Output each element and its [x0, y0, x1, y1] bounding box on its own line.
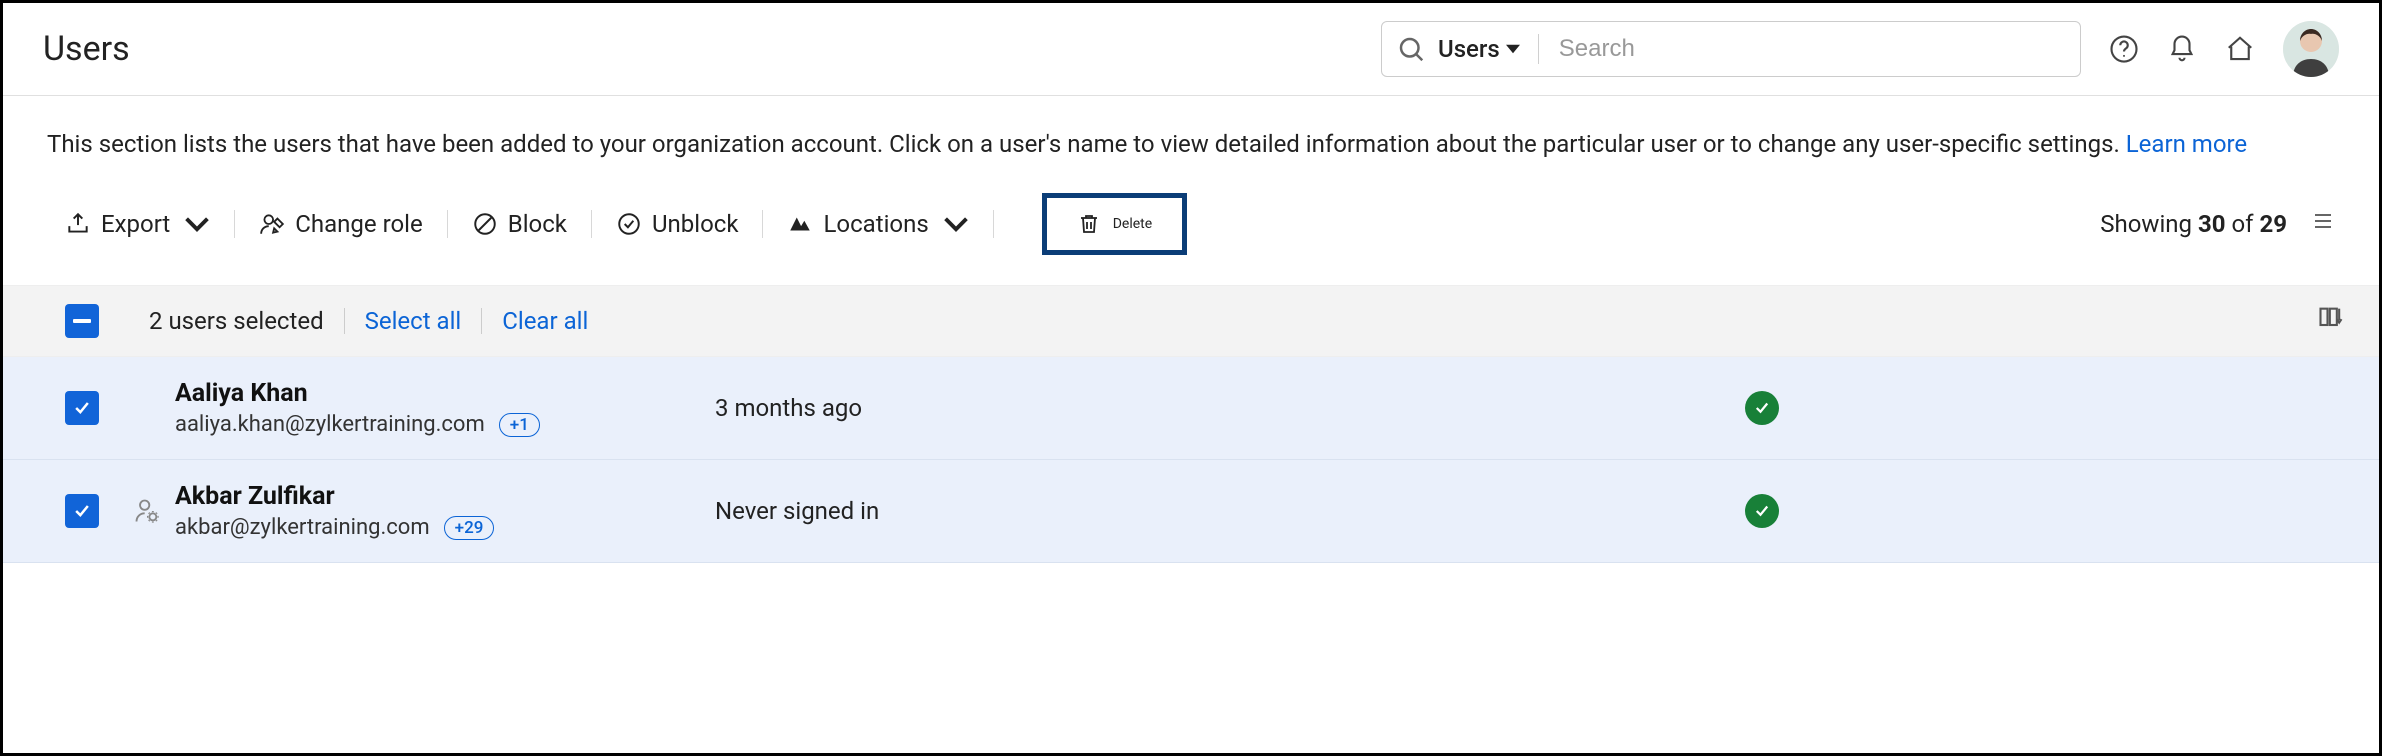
showing-text: Showing 30 of 29 [2100, 210, 2287, 238]
help-icon[interactable] [2109, 34, 2139, 64]
page-title: Users [43, 29, 130, 69]
unblock-label: Unblock [652, 210, 739, 238]
bell-icon[interactable] [2167, 34, 2197, 64]
locations-button[interactable]: Locations [787, 210, 968, 238]
locations-icon [787, 211, 813, 237]
change-role-label: Change role [295, 210, 422, 238]
divider [344, 308, 345, 334]
locations-label: Locations [823, 210, 928, 238]
user-info: Akbar Zulfikar akbar@zylkertraining.com … [175, 482, 715, 540]
divider [1538, 34, 1539, 64]
avatar[interactable] [2283, 21, 2339, 77]
trash-icon [1077, 212, 1101, 236]
extra-emails-pill[interactable]: +1 [499, 413, 540, 437]
select-all-checkbox-indeterminate[interactable] [65, 304, 99, 338]
status-ok-icon [1745, 494, 1779, 528]
user-admin-icon [131, 495, 163, 527]
user-row[interactable]: Aaliya Khan aaliya.khan@zylkertraining.c… [3, 357, 2379, 460]
toolbar: Export Change role Block Unblock Locati [3, 163, 2379, 285]
delete-label: Delete [1113, 216, 1152, 232]
search-icon [1396, 34, 1426, 64]
divider [762, 210, 763, 238]
delete-button[interactable]: Delete [1042, 193, 1187, 255]
divider [234, 210, 235, 238]
page-description: This section lists the users that have b… [3, 96, 2379, 163]
selection-bar: 2 users selected Select all Clear all [3, 285, 2379, 357]
change-role-icon [259, 211, 285, 237]
block-label: Block [508, 210, 567, 238]
user-email: aaliya.khan@zylkertraining.com [175, 412, 485, 437]
row-checkbox[interactable] [65, 391, 99, 425]
column-settings-icon[interactable] [2317, 304, 2345, 338]
caret-down-icon [1506, 42, 1520, 56]
learn-more-link[interactable]: Learn more [2126, 130, 2247, 158]
home-icon[interactable] [2225, 34, 2255, 64]
block-icon [472, 211, 498, 237]
change-role-button[interactable]: Change role [259, 210, 422, 238]
chevron-down-icon [943, 211, 969, 237]
user-rows: Aaliya Khan aaliya.khan@zylkertraining.c… [3, 357, 2379, 563]
export-label: Export [101, 210, 170, 238]
divider [993, 210, 994, 238]
chevron-down-icon [184, 211, 210, 237]
user-row[interactable]: Akbar Zulfikar akbar@zylkertraining.com … [3, 460, 2379, 563]
search-scope-dropdown[interactable]: Users [1438, 35, 1538, 63]
export-button[interactable]: Export [65, 210, 210, 238]
divider [481, 308, 482, 334]
status-ok-icon [1745, 391, 1779, 425]
user-name[interactable]: Aaliya Khan [175, 379, 715, 408]
extra-emails-pill[interactable]: +29 [444, 516, 495, 540]
search-box: Users [1381, 21, 2081, 77]
search-input[interactable] [1559, 35, 2066, 63]
selected-count-text: 2 users selected [149, 307, 324, 335]
page-header: Users Users [3, 3, 2379, 96]
user-email: akbar@zylkertraining.com [175, 515, 430, 540]
export-icon [65, 211, 91, 237]
select-all-link[interactable]: Select all [365, 307, 462, 335]
block-button[interactable]: Block [472, 210, 567, 238]
last-seen: 3 months ago [715, 394, 1745, 422]
last-seen: Never signed in [715, 497, 1745, 525]
search-scope-label: Users [1438, 35, 1500, 63]
row-checkbox[interactable] [65, 494, 99, 528]
unblock-icon [616, 211, 642, 237]
user-name[interactable]: Akbar Zulfikar [175, 482, 715, 511]
clear-all-link[interactable]: Clear all [502, 307, 588, 335]
user-info: Aaliya Khan aaliya.khan@zylkertraining.c… [175, 379, 715, 437]
divider [447, 210, 448, 238]
description-text: This section lists the users that have b… [47, 130, 2126, 158]
list-view-icon[interactable] [2311, 209, 2335, 239]
divider [591, 210, 592, 238]
unblock-button[interactable]: Unblock [616, 210, 739, 238]
